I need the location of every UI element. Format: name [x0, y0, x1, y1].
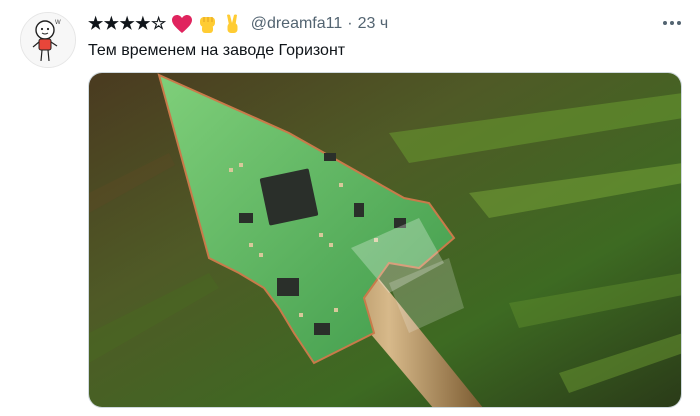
- timestamp[interactable]: 23 ч: [358, 15, 389, 33]
- victory-hand-icon: [223, 13, 243, 35]
- tweet-text: Тем временем на заводе Горизонт: [88, 42, 346, 59]
- raised-fist-icon: [197, 13, 219, 35]
- display-name[interactable]: ★★★★☆: [88, 14, 167, 34]
- tweet-header: ★★★★☆ @dreamfa11 · 23 ч: [88, 12, 388, 36]
- red-heart-icon: [171, 14, 193, 34]
- user-handle[interactable]: @dreamfa11: [251, 15, 343, 33]
- avatar-drawing: W: [21, 13, 75, 67]
- svg-text:W: W: [55, 20, 61, 26]
- more-options-icon[interactable]: [660, 14, 684, 32]
- tweet[interactable]: W ★★★★☆ @dreamfa11 · 23 ч Тем временем н…: [0, 0, 700, 416]
- tweet-image[interactable]: [88, 72, 682, 408]
- separator-dot: ·: [347, 15, 353, 32]
- avatar[interactable]: W: [20, 12, 76, 68]
- arrowhead-circuit-board-photo: [89, 73, 681, 407]
